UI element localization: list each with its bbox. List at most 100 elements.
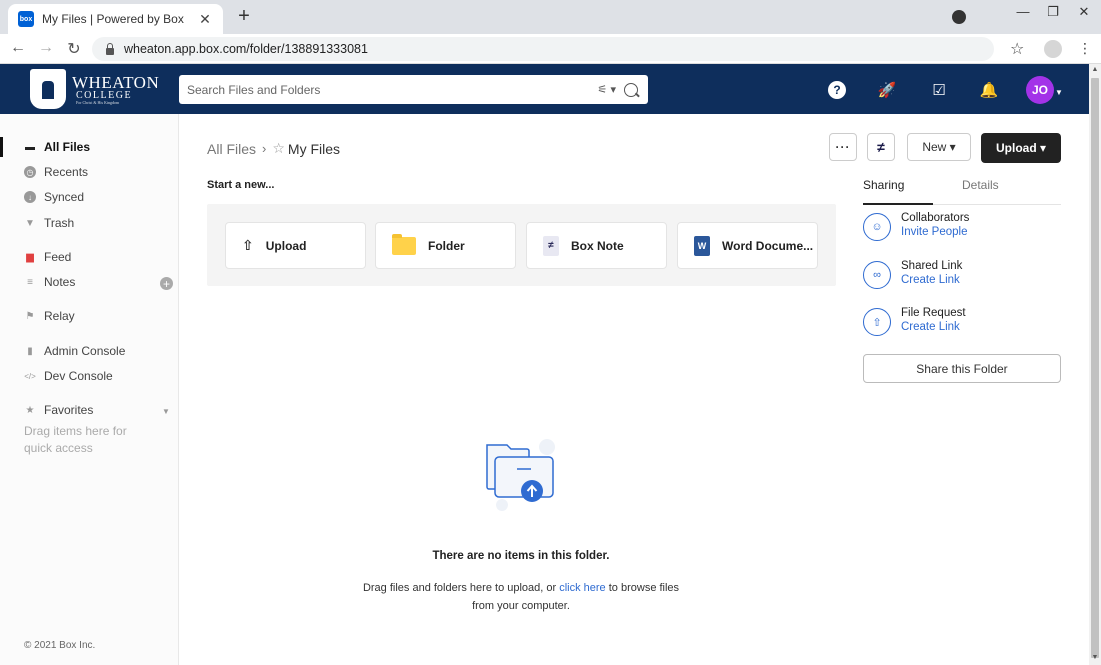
box-notes-icon[interactable]: ≠: [867, 133, 895, 161]
collaborator-icon: ☺: [863, 213, 891, 241]
minimize-icon[interactable]: —: [1013, 4, 1033, 24]
avatar[interactable]: JO: [1026, 76, 1054, 104]
breadcrumb-current: My Files: [287, 140, 341, 157]
clock-icon: ◷: [24, 166, 36, 178]
collaborators-row: ☺ Collaborators Invite People: [863, 212, 1061, 243]
sidebar-item-dev-console[interactable]: </> Dev Console: [0, 364, 179, 388]
share-row-title: Collaborators: [901, 212, 970, 224]
share-this-folder-button[interactable]: Share this Folder: [863, 354, 1061, 383]
card-label: Folder: [428, 238, 465, 253]
sidebar-item-label: Feed: [44, 250, 72, 264]
url-text: wheaton.app.box.com/folder/138891333081: [124, 42, 368, 56]
empty-desc-before: Drag files and folders here to upload, o…: [362, 582, 560, 594]
sidebar-item-trash[interactable]: ▼ Trash: [0, 211, 179, 235]
help-icon[interactable]: ?: [828, 81, 846, 99]
upload-button[interactable]: Upload ▾: [981, 133, 1061, 163]
new-button[interactable]: New ▾: [907, 133, 971, 161]
search-box: ⚟ ▾: [179, 75, 648, 104]
breadcrumb-all-files[interactable]: All Files: [207, 141, 256, 157]
search-icon[interactable]: [624, 82, 638, 97]
scrollbar-thumb[interactable]: [1091, 78, 1099, 658]
sidebar-item-label: Relay: [44, 309, 75, 323]
notes-icon: ≡: [27, 276, 33, 288]
word-icon: W: [694, 235, 710, 256]
card-label: Upload: [265, 238, 307, 253]
link-icon: ∞: [863, 261, 891, 289]
box-favicon-icon: box: [18, 11, 34, 27]
sidebar-item-notes[interactable]: ≡ Notes: [0, 270, 179, 294]
search-filter-icon[interactable]: ⚟ ▾: [598, 83, 616, 96]
logo-text: WHEATON COLLEGE For Christ & His Kingdom: [72, 74, 159, 105]
new-word-document-card[interactable]: W Word Docume...: [677, 222, 818, 269]
account-icon[interactable]: [1044, 40, 1062, 58]
shared-link-row: ∞ Shared Link Create Link: [863, 260, 1061, 291]
tasks-clipboard-icon[interactable]: ☑: [930, 81, 948, 99]
reload-icon[interactable]: ↻: [64, 39, 84, 59]
tab-title: My Files | Powered by Box: [42, 12, 184, 26]
wheaton-logo[interactable]: WHEATON COLLEGE For Christ & His Kingdom: [30, 69, 159, 109]
sidebar-item-relay[interactable]: ⚑ Relay: [0, 304, 179, 328]
search-input[interactable]: [187, 82, 598, 97]
new-box-note-card[interactable]: ≠ Box Note: [526, 222, 667, 269]
new-tab-icon[interactable]: +: [233, 5, 255, 28]
restore-icon[interactable]: ❐: [1043, 4, 1063, 24]
favorite-star-icon[interactable]: ☆: [272, 140, 285, 157]
sidebar-item-favorites[interactable]: ★ Favorites: [0, 398, 179, 422]
logo-line2: COLLEGE: [76, 89, 133, 101]
file-request-row: ⇧ File Request Create Link: [863, 307, 1061, 338]
notifications-bell-icon[interactable]: 🔔: [980, 81, 999, 99]
bookmark-star-icon[interactable]: ☆: [1010, 39, 1024, 59]
sidebar-item-label: All Files: [44, 140, 91, 154]
sidebar-item-feed[interactable]: ▆ Feed: [0, 245, 179, 269]
trash-icon: ▼: [25, 217, 35, 229]
tab-sharing[interactable]: Sharing: [863, 178, 933, 205]
sidebar-item-admin-console[interactable]: ▮ Admin Console: [0, 339, 179, 363]
box-note-icon: ≠: [543, 235, 559, 256]
crest-icon: [30, 69, 66, 109]
browser-profile-icon[interactable]: [952, 10, 966, 24]
app-header: WHEATON COLLEGE For Christ & His Kingdom…: [0, 64, 1089, 114]
click-here-link[interactable]: click here: [559, 582, 605, 594]
share-row-title: Shared Link: [901, 260, 963, 272]
chevron-down-icon[interactable]: ▼: [1055, 88, 1063, 97]
folder-icon: [392, 233, 416, 255]
right-panel-tabs: Sharing Details: [863, 178, 1061, 205]
sidebar-item-synced[interactable]: ↓ Synced: [0, 185, 179, 209]
create-shared-link[interactable]: Create Link: [901, 274, 960, 286]
new-upload-card[interactable]: ⇧ Upload: [225, 222, 366, 269]
add-note-icon[interactable]: +: [160, 277, 173, 291]
folder-icon: ▬: [25, 141, 35, 153]
empty-state-description: Drag files and folders here to upload, o…: [355, 579, 687, 615]
back-icon[interactable]: ←: [8, 39, 28, 57]
forward-icon[interactable]: →: [36, 39, 56, 57]
favorites-hint: Drag items here for quick access: [24, 424, 127, 455]
invite-people-link[interactable]: Invite People: [901, 226, 968, 238]
synced-icon: ↓: [24, 191, 36, 203]
browser-menu-icon[interactable]: ⋮: [1078, 40, 1092, 57]
relay-icon: ⚑: [25, 310, 35, 322]
sidebar-item-recents[interactable]: ◷ Recents: [0, 160, 179, 184]
apps-rocket-icon[interactable]: 🚀: [878, 81, 897, 99]
close-tab-icon[interactable]: ✕: [197, 11, 213, 28]
more-options-button[interactable]: ···: [829, 133, 857, 161]
feed-icon: ▆: [26, 251, 34, 263]
start-new-heading: Start a new...: [207, 179, 275, 191]
card-label: Box Note: [571, 238, 624, 253]
create-file-request-link[interactable]: Create Link: [901, 321, 960, 333]
address-bar-row: ← → ↻ wheaton.app.box.com/folder/1388913…: [0, 34, 1101, 64]
scroll-down-icon[interactable]: ▼: [1090, 654, 1100, 661]
browser-tab[interactable]: box My Files | Powered by Box ✕: [8, 4, 223, 34]
vertical-scrollbar[interactable]: ▲ ▼: [1089, 64, 1101, 665]
close-window-icon[interactable]: ✕: [1074, 4, 1094, 24]
tab-details[interactable]: Details: [962, 178, 999, 205]
chevron-down-icon[interactable]: ▼: [162, 407, 170, 416]
scroll-up-icon[interactable]: ▲: [1090, 66, 1100, 73]
left-sidebar: ▬ All Files ◷ Recents ↓ Synced ▼ Trash ▆…: [0, 114, 179, 665]
code-icon: </>: [24, 371, 36, 381]
sidebar-item-all-files[interactable]: ▬ All Files: [0, 135, 179, 159]
url-bar[interactable]: wheaton.app.box.com/folder/138891333081: [92, 37, 994, 61]
sidebar-item-label: Admin Console: [44, 344, 126, 358]
sidebar-item-label: Dev Console: [44, 369, 113, 383]
new-folder-card[interactable]: Folder: [375, 222, 516, 269]
logo-line3: For Christ & His Kingdom: [76, 99, 120, 105]
